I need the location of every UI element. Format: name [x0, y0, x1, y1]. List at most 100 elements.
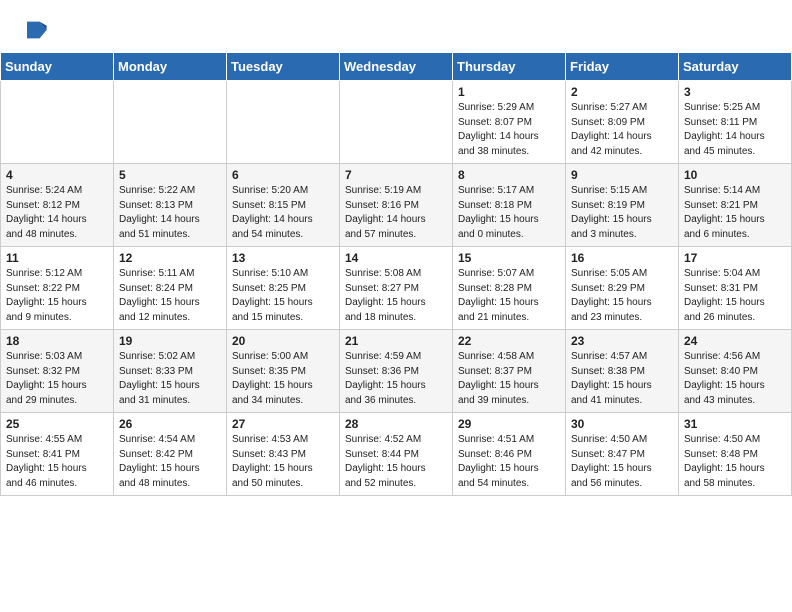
day-number: 21 — [345, 334, 447, 348]
calendar-cell: 5 Sunrise: 5:22 AM Sunset: 8:13 PM Daylig… — [114, 164, 227, 247]
day-number: 2 — [571, 85, 673, 99]
day-info: Sunrise: 5:10 AM Sunset: 8:25 PM Dayligh… — [232, 268, 313, 323]
calendar-cell: 28 Sunrise: 4:52 AM Sunset: 8:44 PM Dayli… — [340, 413, 453, 496]
calendar-cell: 23 Sunrise: 4:57 AM Sunset: 8:38 PM Dayli… — [566, 330, 679, 413]
day-info: Sunrise: 4:50 AM Sunset: 8:47 PM Dayligh… — [571, 434, 652, 489]
day-info: Sunrise: 4:54 AM Sunset: 8:42 PM Dayligh… — [119, 434, 200, 489]
weekday-header-friday: Friday — [566, 53, 679, 81]
day-info: Sunrise: 5:00 AM Sunset: 8:35 PM Dayligh… — [232, 351, 313, 406]
calendar-cell: 25 Sunrise: 4:55 AM Sunset: 8:41 PM Dayli… — [1, 413, 114, 496]
day-number: 23 — [571, 334, 673, 348]
calendar-week-1: 1 Sunrise: 5:29 AM Sunset: 8:07 PM Daylig… — [1, 81, 792, 164]
day-number: 8 — [458, 168, 560, 182]
day-number: 4 — [6, 168, 108, 182]
day-number: 20 — [232, 334, 334, 348]
day-number: 6 — [232, 168, 334, 182]
day-info: Sunrise: 5:22 AM Sunset: 8:13 PM Dayligh… — [119, 185, 200, 240]
day-info: Sunrise: 4:55 AM Sunset: 8:41 PM Dayligh… — [6, 434, 87, 489]
day-number: 13 — [232, 251, 334, 265]
day-info: Sunrise: 5:19 AM Sunset: 8:16 PM Dayligh… — [345, 185, 426, 240]
calendar-header: SundayMondayTuesdayWednesdayThursdayFrid… — [1, 53, 792, 81]
calendar-cell: 1 Sunrise: 5:29 AM Sunset: 8:07 PM Daylig… — [453, 81, 566, 164]
calendar-cell: 8 Sunrise: 5:17 AM Sunset: 8:18 PM Daylig… — [453, 164, 566, 247]
day-number: 19 — [119, 334, 221, 348]
calendar-cell: 10 Sunrise: 5:14 AM Sunset: 8:21 PM Dayli… — [679, 164, 792, 247]
day-info: Sunrise: 5:12 AM Sunset: 8:22 PM Dayligh… — [6, 268, 87, 323]
day-number: 3 — [684, 85, 786, 99]
day-info: Sunrise: 4:59 AM Sunset: 8:36 PM Dayligh… — [345, 351, 426, 406]
weekday-header-tuesday: Tuesday — [227, 53, 340, 81]
day-info: Sunrise: 4:53 AM Sunset: 8:43 PM Dayligh… — [232, 434, 313, 489]
general-blue-icon — [20, 16, 48, 44]
calendar-cell: 22 Sunrise: 4:58 AM Sunset: 8:37 PM Dayli… — [453, 330, 566, 413]
day-info: Sunrise: 5:04 AM Sunset: 8:31 PM Dayligh… — [684, 268, 765, 323]
calendar-cell: 3 Sunrise: 5:25 AM Sunset: 8:11 PM Daylig… — [679, 81, 792, 164]
calendar-cell: 11Sunrise: 5:12 AM Sunset: 8:22 PM Dayli… — [1, 247, 114, 330]
day-info: Sunrise: 5:24 AM Sunset: 8:12 PM Dayligh… — [6, 185, 87, 240]
day-number: 31 — [684, 417, 786, 431]
calendar-week-5: 25 Sunrise: 4:55 AM Sunset: 8:41 PM Dayli… — [1, 413, 792, 496]
calendar-week-2: 4 Sunrise: 5:24 AM Sunset: 8:12 PM Daylig… — [1, 164, 792, 247]
day-info: Sunrise: 5:11 AM Sunset: 8:24 PM Dayligh… — [119, 268, 200, 323]
day-info: Sunrise: 5:20 AM Sunset: 8:15 PM Dayligh… — [232, 185, 313, 240]
calendar-cell: 4 Sunrise: 5:24 AM Sunset: 8:12 PM Daylig… — [1, 164, 114, 247]
calendar-cell: 21 Sunrise: 4:59 AM Sunset: 8:36 PM Dayli… — [340, 330, 453, 413]
calendar-cell: 30 Sunrise: 4:50 AM Sunset: 8:47 PM Dayli… — [566, 413, 679, 496]
weekday-header-saturday: Saturday — [679, 53, 792, 81]
calendar-cell: 18 Sunrise: 5:03 AM Sunset: 8:32 PM Dayli… — [1, 330, 114, 413]
day-info: Sunrise: 5:17 AM Sunset: 8:18 PM Dayligh… — [458, 185, 539, 240]
day-number: 26 — [119, 417, 221, 431]
day-info: Sunrise: 5:05 AM Sunset: 8:29 PM Dayligh… — [571, 268, 652, 323]
day-number: 25 — [6, 417, 108, 431]
calendar-cell: 9Sunrise: 5:15 AM Sunset: 8:19 PM Daylig… — [566, 164, 679, 247]
day-info: Sunrise: 4:51 AM Sunset: 8:46 PM Dayligh… — [458, 434, 539, 489]
calendar-cell: 13 Sunrise: 5:10 AM Sunset: 8:25 PM Dayli… — [227, 247, 340, 330]
calendar-cell — [114, 81, 227, 164]
day-info: Sunrise: 5:15 AM Sunset: 8:19 PM Dayligh… — [571, 185, 652, 240]
calendar-cell: 14 Sunrise: 5:08 AM Sunset: 8:27 PM Dayli… — [340, 247, 453, 330]
day-number: 18 — [6, 334, 108, 348]
day-number: 10 — [684, 168, 786, 182]
calendar-cell: 16Sunrise: 5:05 AM Sunset: 8:29 PM Dayli… — [566, 247, 679, 330]
day-number: 1 — [458, 85, 560, 99]
day-info: Sunrise: 5:03 AM Sunset: 8:32 PM Dayligh… — [6, 351, 87, 406]
calendar-cell: 26 Sunrise: 4:54 AM Sunset: 8:42 PM Dayli… — [114, 413, 227, 496]
day-info: Sunrise: 4:56 AM Sunset: 8:40 PM Dayligh… — [684, 351, 765, 406]
weekday-header-monday: Monday — [114, 53, 227, 81]
day-number: 12 — [119, 251, 221, 265]
calendar-cell: 20 Sunrise: 5:00 AM Sunset: 8:35 PM Dayli… — [227, 330, 340, 413]
day-info: Sunrise: 5:29 AM Sunset: 8:07 PM Dayligh… — [458, 102, 539, 157]
calendar-cell: 17 Sunrise: 5:04 AM Sunset: 8:31 PM Dayli… — [679, 247, 792, 330]
day-number: 27 — [232, 417, 334, 431]
day-number: 7 — [345, 168, 447, 182]
calendar-body: 1 Sunrise: 5:29 AM Sunset: 8:07 PM Daylig… — [1, 81, 792, 496]
weekday-header-wednesday: Wednesday — [340, 53, 453, 81]
calendar-cell — [227, 81, 340, 164]
day-info: Sunrise: 4:52 AM Sunset: 8:44 PM Dayligh… — [345, 434, 426, 489]
header — [0, 0, 792, 52]
day-number: 14 — [345, 251, 447, 265]
day-number: 22 — [458, 334, 560, 348]
day-number: 24 — [684, 334, 786, 348]
day-number: 30 — [571, 417, 673, 431]
weekday-header-thursday: Thursday — [453, 53, 566, 81]
calendar-week-4: 18 Sunrise: 5:03 AM Sunset: 8:32 PM Dayli… — [1, 330, 792, 413]
logo — [20, 16, 52, 44]
day-info: Sunrise: 4:57 AM Sunset: 8:38 PM Dayligh… — [571, 351, 652, 406]
day-info: Sunrise: 5:25 AM Sunset: 8:11 PM Dayligh… — [684, 102, 765, 157]
day-info: Sunrise: 4:58 AM Sunset: 8:37 PM Dayligh… — [458, 351, 539, 406]
day-info: Sunrise: 5:08 AM Sunset: 8:27 PM Dayligh… — [345, 268, 426, 323]
calendar-cell: 6 Sunrise: 5:20 AM Sunset: 8:15 PM Daylig… — [227, 164, 340, 247]
calendar-cell: 15 Sunrise: 5:07 AM Sunset: 8:28 PM Dayli… — [453, 247, 566, 330]
day-info: Sunrise: 5:07 AM Sunset: 8:28 PM Dayligh… — [458, 268, 539, 323]
day-number: 17 — [684, 251, 786, 265]
day-number: 5 — [119, 168, 221, 182]
weekday-header-row: SundayMondayTuesdayWednesdayThursdayFrid… — [1, 53, 792, 81]
day-number: 15 — [458, 251, 560, 265]
calendar-cell: 19Sunrise: 5:02 AM Sunset: 8:33 PM Dayli… — [114, 330, 227, 413]
calendar-cell: 2Sunrise: 5:27 AM Sunset: 8:09 PM Daylig… — [566, 81, 679, 164]
weekday-header-sunday: Sunday — [1, 53, 114, 81]
calendar-week-3: 11Sunrise: 5:12 AM Sunset: 8:22 PM Dayli… — [1, 247, 792, 330]
day-info: Sunrise: 5:14 AM Sunset: 8:21 PM Dayligh… — [684, 185, 765, 240]
day-number: 28 — [345, 417, 447, 431]
